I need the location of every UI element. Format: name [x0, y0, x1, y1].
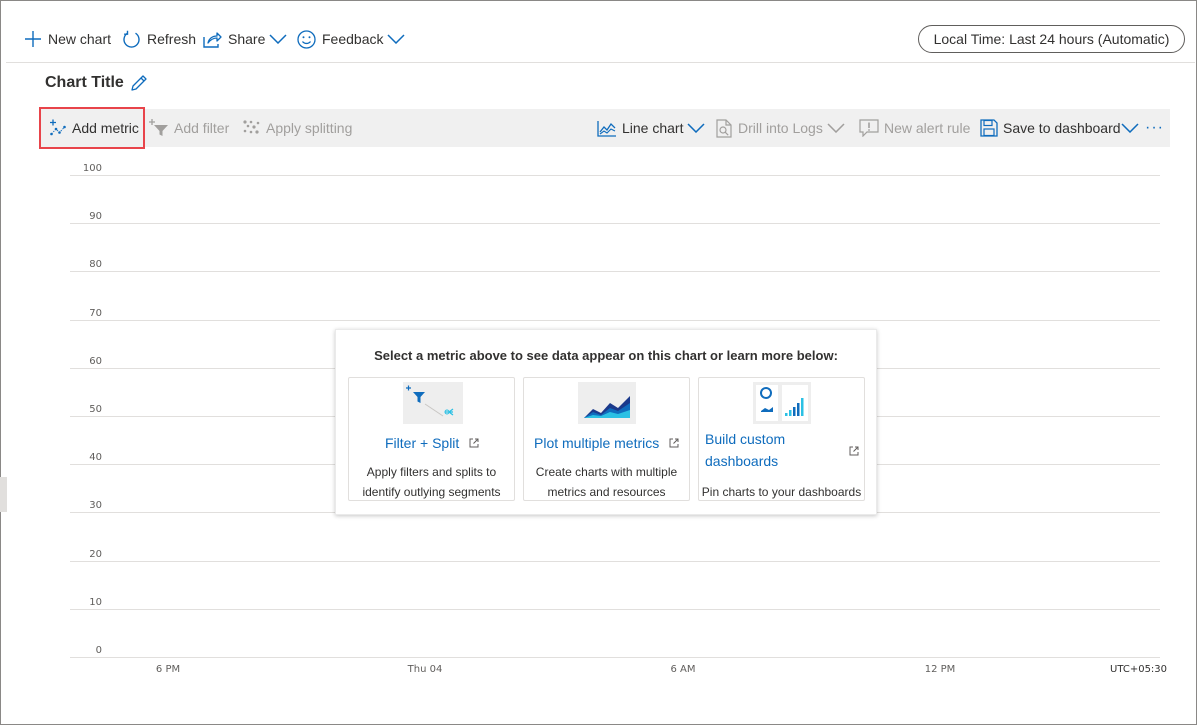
share-label: Share: [228, 31, 266, 47]
new-alert-rule-button[interactable]: New alert rule: [859, 109, 970, 147]
plot-multiple-metrics-description-1: Create charts with multiple: [535, 465, 678, 479]
plot-multiple-metrics-description-2: metrics and resources: [547, 485, 666, 499]
chevron-down-icon: [687, 123, 706, 133]
plot-multiple-metrics-card[interactable]: Plot multiple metrics Create charts with…: [523, 377, 690, 501]
splitting-icon: [243, 120, 260, 134]
plus-icon: [25, 31, 41, 47]
chart-toolbar: Add filter Apply splitting Line chart Dr…: [39, 109, 1170, 147]
line-chart-icon: [597, 120, 616, 137]
empty-state-heading: Select a metric above to see data appear…: [374, 348, 838, 363]
chart-title-text: Chart Title: [45, 74, 124, 91]
external-link-icon: [469, 438, 479, 448]
filter-split-description-2: identify outlying segments: [362, 485, 501, 499]
chart-type-label: Line chart: [622, 120, 684, 136]
new-chart-button[interactable]: New chart: [24, 24, 111, 54]
feedback-label: Feedback: [322, 31, 384, 47]
apply-splitting-label: Apply splitting: [266, 120, 353, 136]
add-metric-label: Add metric: [72, 120, 139, 136]
alert-icon: [859, 119, 879, 137]
add-filter-label: Add filter: [174, 120, 230, 136]
apply-splitting-button[interactable]: Apply splitting: [242, 109, 352, 147]
save-to-dashboard-label: Save to dashboard: [1003, 120, 1121, 136]
filter-split-title: Filter + Split: [385, 435, 460, 451]
save-to-dashboard-button[interactable]: Save to dashboard: [980, 109, 1139, 147]
dashboard-illustration: [753, 382, 811, 424]
build-custom-dashboards-title-1: Build custom: [705, 431, 786, 447]
external-link-icon: [849, 446, 859, 456]
drill-into-logs-label: Drill into Logs: [738, 120, 823, 136]
smiley-icon: [297, 29, 316, 49]
refresh-button[interactable]: Refresh: [122, 24, 196, 54]
add-filter-button[interactable]: Add filter: [148, 109, 229, 147]
build-custom-dashboards-card[interactable]: Build custom dashboards Pin charts to yo…: [698, 377, 865, 501]
edit-pencil-icon[interactable]: [130, 74, 148, 92]
chevron-down-icon: [387, 34, 406, 44]
new-chart-label: New chart: [48, 31, 112, 47]
divider: [6, 62, 1195, 63]
empty-state-card: Select a metric above to see data appear…: [335, 329, 877, 515]
logs-document-icon: [716, 118, 732, 138]
resize-handle[interactable]: [0, 477, 7, 512]
feedback-button[interactable]: Feedback: [297, 24, 406, 54]
more-options-button[interactable]: ···: [1145, 109, 1164, 147]
filter-split-card[interactable]: Filter + Split Apply filters and splits …: [348, 377, 515, 501]
save-icon: [980, 119, 998, 137]
share-icon: [203, 31, 222, 48]
filter-split-illustration: [403, 382, 463, 424]
add-metric-icon: [50, 119, 66, 136]
add-metric-button[interactable]: Add metric: [39, 107, 145, 149]
chevron-down-icon: [827, 123, 845, 133]
chevron-down-icon: [269, 34, 287, 44]
new-alert-rule-label: New alert rule: [884, 120, 971, 136]
chart-title: Chart Title: [45, 74, 148, 92]
drill-into-logs-button[interactable]: Drill into Logs: [715, 109, 845, 147]
chart-type-dropdown[interactable]: Line chart: [597, 109, 706, 147]
time-range-picker[interactable]: Local Time: Last 24 hours (Automatic): [918, 25, 1185, 53]
build-custom-dashboards-description: Pin charts to your dashboards: [701, 485, 862, 499]
plot-multiple-metrics-title: Plot multiple metrics: [534, 435, 660, 451]
refresh-icon: [123, 30, 140, 48]
refresh-label: Refresh: [147, 31, 197, 47]
filter-split-description-1: Apply filters and splits to: [366, 465, 497, 479]
build-custom-dashboards-title-2: dashboards: [705, 453, 779, 469]
filter-add-icon: [149, 119, 168, 136]
chevron-down-icon: [1121, 123, 1139, 133]
area-chart-illustration: [578, 382, 636, 424]
external-link-icon: [669, 438, 679, 448]
share-button[interactable]: Share: [203, 24, 287, 54]
